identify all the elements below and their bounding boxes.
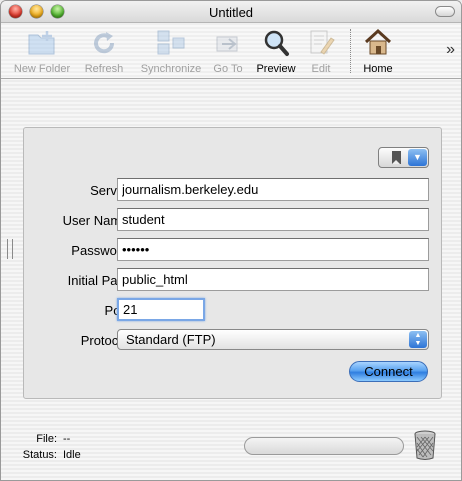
protocol-selected-value: Standard (FTP)	[126, 332, 216, 347]
home-icon	[357, 27, 399, 59]
port-input[interactable]	[117, 298, 205, 321]
select-arrows-icon: ▲ ▼	[409, 331, 427, 348]
edit-icon	[303, 27, 339, 59]
synchronize-button[interactable]: Synchronize	[133, 27, 209, 75]
title-bar[interactable]: Untitled	[1, 1, 461, 23]
window-title: Untitled	[208, 5, 254, 20]
home-button[interactable]: Home	[357, 27, 399, 75]
new-folder-button[interactable]: New Folder	[9, 27, 75, 75]
protocol-select[interactable]: Standard (FTP) ▲ ▼	[117, 329, 429, 350]
protocol-row: Protocol: Standard (FTP) ▲ ▼	[24, 328, 443, 352]
preview-label: Preview	[256, 63, 296, 75]
go-to-label: Go To	[213, 63, 243, 75]
go-to-button[interactable]: Go To	[209, 27, 247, 75]
preview-button[interactable]: Preview	[253, 27, 299, 75]
status-line: Status: Idle	[19, 449, 81, 461]
toolbar-overflow-chevron-icon[interactable]: »	[446, 41, 455, 59]
file-label: File:	[36, 433, 57, 445]
refresh-icon	[81, 27, 127, 59]
preview-icon	[253, 27, 299, 59]
initial-path-row: Initial Path:	[24, 268, 443, 292]
synchronize-icon	[133, 27, 209, 59]
toolbar-separator	[350, 29, 351, 73]
toolbar-toggle-button[interactable]	[435, 6, 455, 17]
initial-path-input[interactable]	[117, 268, 429, 291]
bookmarks-button[interactable]: ▼	[378, 147, 429, 168]
connect-panel: ▼ Server: User Name: Password: Initial P…	[23, 127, 442, 399]
connect-button[interactable]: Connect	[349, 361, 428, 382]
toolbar: New Folder Refresh Synchronize Go To Pre…	[1, 23, 461, 79]
username-row: User Name:	[24, 208, 443, 232]
app-window: Untitled New Folder Refresh Synchronize …	[0, 0, 462, 481]
go-to-icon	[209, 27, 247, 59]
file-value: --	[63, 433, 71, 445]
server-input[interactable]	[117, 178, 429, 201]
password-row: Password:	[24, 238, 443, 262]
port-row: Port:	[24, 298, 443, 322]
home-label: Home	[363, 63, 393, 75]
dropdown-arrow-icon: ▼	[408, 149, 427, 166]
password-input[interactable]	[117, 238, 429, 261]
status-label: Status:	[22, 449, 57, 461]
server-row: Server:	[24, 178, 443, 202]
refresh-button[interactable]: Refresh	[81, 27, 127, 75]
edit-button[interactable]: Edit	[303, 27, 339, 75]
splitter-handle[interactable]	[7, 239, 13, 259]
new-folder-label: New Folder	[13, 63, 71, 75]
trash-icon[interactable]	[413, 429, 437, 461]
refresh-label: Refresh	[84, 63, 124, 75]
new-folder-icon	[9, 27, 75, 59]
status-value: Idle	[63, 449, 81, 461]
file-status-line: File: --	[19, 433, 70, 445]
synchronize-label: Synchronize	[140, 63, 202, 75]
bookmark-icon	[392, 151, 401, 164]
edit-label: Edit	[311, 63, 331, 75]
progress-bar	[244, 437, 404, 455]
username-input[interactable]	[117, 208, 429, 231]
